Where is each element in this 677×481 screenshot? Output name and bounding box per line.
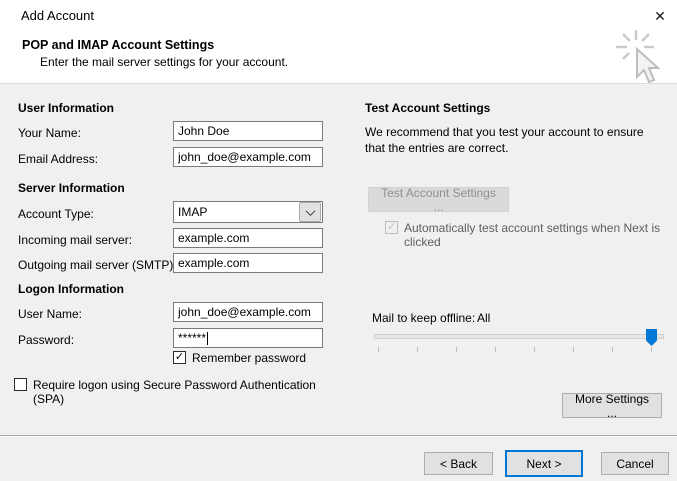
incoming-server-input[interactable] [173, 228, 323, 248]
spa-checkbox-label: Require logon using Secure Password Auth… [33, 378, 316, 406]
page-subtitle: Enter the mail server settings for your … [40, 55, 289, 69]
account-type-value: IMAP [178, 205, 208, 219]
your-name-label: Your Name: [18, 126, 81, 140]
page-title: POP and IMAP Account Settings [22, 38, 215, 52]
remember-password-checkbox[interactable]: ✓ Remember password [173, 351, 306, 365]
auto-test-checkbox[interactable]: ✓ Automatically test account settings wh… [385, 221, 675, 249]
outgoing-server-label: Outgoing mail server (SMTP): [18, 258, 177, 272]
remember-password-label: Remember password [192, 351, 307, 365]
cancel-button[interactable]: Cancel [601, 452, 669, 475]
outgoing-server-input[interactable] [173, 253, 323, 273]
close-icon[interactable]: ✕ [648, 4, 672, 28]
email-address-label: Email Address: [18, 152, 99, 166]
more-settings-button[interactable]: More Settings ... [562, 392, 662, 420]
account-type-label: Account Type: [18, 207, 94, 221]
server-information-heading: Server Information [18, 181, 125, 195]
checkbox-check-icon[interactable]: ✓ [173, 351, 186, 364]
test-account-settings-button[interactable]: Test Account Settings ... [368, 186, 509, 214]
window-title: Add Account [21, 8, 94, 23]
add-account-dialog: Add Account ✕ POP and IMAP Account Setti… [0, 0, 677, 481]
back-button[interactable]: < Back [424, 452, 493, 475]
sparkle-cursor-icon [616, 30, 661, 84]
text-caret [207, 331, 209, 345]
next-button[interactable]: Next > [505, 450, 583, 477]
spa-checkbox[interactable]: Require logon using Secure Password Auth… [14, 378, 344, 406]
test-account-settings-description: We recommend that you test your account … [365, 125, 644, 155]
chevron-down-icon[interactable] [299, 202, 321, 222]
user-information-heading: User Information [18, 101, 115, 115]
account-type-select[interactable]: IMAP [173, 201, 323, 223]
offline-slider[interactable] [374, 326, 664, 352]
spa-checkbox-box[interactable] [14, 378, 27, 391]
slider-thumb[interactable] [646, 329, 657, 346]
user-name-input[interactable] [173, 302, 323, 322]
user-name-label: User Name: [18, 307, 83, 321]
password-label: Password: [18, 333, 75, 347]
slider-track[interactable] [374, 334, 664, 339]
footer-highlight [0, 436, 677, 437]
mail-offline-value: All [477, 311, 491, 325]
checkbox-check-icon: ✓ [385, 221, 398, 234]
auto-test-checkbox-label: Automatically test account settings when… [404, 221, 661, 249]
mail-offline-label: Mail to keep offline: [372, 311, 476, 325]
password-input[interactable]: ****** [173, 328, 323, 348]
email-address-input[interactable] [173, 147, 323, 167]
test-account-settings-heading: Test Account Settings [365, 101, 491, 115]
incoming-server-label: Incoming mail server: [18, 233, 133, 247]
logon-information-heading: Logon Information [18, 282, 124, 296]
password-value: ****** [178, 331, 207, 345]
slider-ticks [378, 347, 652, 352]
your-name-input[interactable] [173, 121, 323, 141]
